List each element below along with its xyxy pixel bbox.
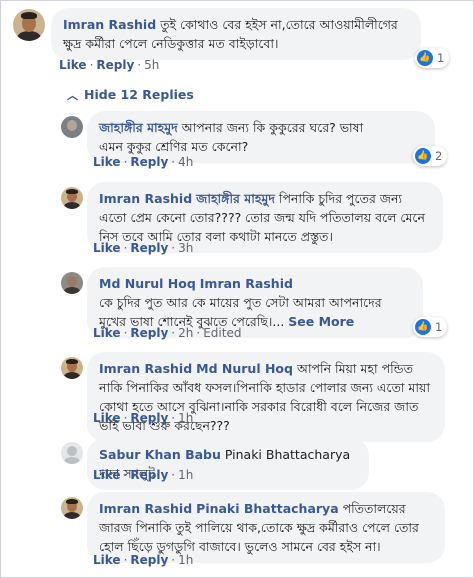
comment-bubble: Imran Rashid তুই কোথাও বের হইস না,তোরে আ… (51, 8, 421, 60)
avatar[interactable] (61, 187, 83, 209)
avatar[interactable] (61, 272, 83, 294)
comment-actions: Like · Reply · 2h · Edited (93, 326, 242, 340)
timestamp[interactable]: 4h (178, 155, 193, 169)
edited-label[interactable]: Edited (203, 326, 241, 340)
like-button[interactable]: Like (93, 241, 121, 255)
like-button[interactable]: Like (93, 411, 121, 425)
reply-button[interactable]: Reply (130, 155, 168, 169)
thumbs-up-icon: 👍 (415, 319, 431, 335)
comment-author[interactable]: Imran Rashid (99, 361, 192, 376)
comment-actions: Like · Reply · 1h (93, 553, 194, 567)
comment-author[interactable]: Sabur Khan Babu (99, 447, 221, 462)
reaction-count[interactable]: 👍 1 (415, 48, 450, 68)
like-button[interactable]: Like (93, 326, 121, 340)
comment-author[interactable]: Md Nurul Hoq (99, 276, 196, 291)
comment-author[interactable]: জাহাঙ্গীর মাহমুদ (99, 120, 178, 135)
comment-actions: Like · Reply · 3h (93, 241, 194, 255)
timestamp[interactable]: 1h (178, 468, 193, 482)
reply-button[interactable]: Reply (130, 553, 168, 567)
hide-replies-button[interactable]: ︿ Hide 12 Replies (67, 87, 194, 103)
reply-bubble: Sabur Khan Babu Pinaki Bhattacharya দাদা… (87, 438, 369, 490)
comment-thread: Imran Rashid তুই কোথাও বের হইস না,তোরে আ… (0, 0, 474, 578)
timestamp[interactable]: 2h (178, 326, 193, 340)
comment-actions: Like · Reply · 1h (93, 468, 194, 482)
avatar[interactable] (13, 9, 45, 41)
mention-link[interactable]: Md Nurul Hoq (196, 361, 293, 376)
comment-author[interactable]: Imran Rashid (63, 17, 156, 32)
comment-author[interactable]: Imran Rashid (99, 501, 192, 516)
mention-link[interactable]: Pinaki Bhattacharya (196, 501, 338, 516)
avatar[interactable] (61, 116, 83, 138)
see-more-link[interactable]: See More (288, 314, 354, 329)
reply-button[interactable]: Reply (130, 468, 168, 482)
comment-actions: Like · Reply · 5h (59, 58, 160, 72)
like-button[interactable]: Like (59, 58, 87, 72)
reply-button[interactable]: Reply (130, 241, 168, 255)
reply-button[interactable]: Reply (130, 411, 168, 425)
like-button[interactable]: Like (93, 468, 121, 482)
timestamp[interactable]: 1h (178, 411, 193, 425)
thumbs-up-icon: 👍 (415, 148, 431, 164)
reply-bubble: Imran Rashid Md Nurul Hoq আপনি মিয়া মহা… (87, 352, 445, 442)
like-button[interactable]: Like (93, 553, 121, 567)
avatar[interactable] (61, 497, 83, 519)
avatar[interactable] (61, 442, 83, 464)
mention-link[interactable]: জাহাঙ্গীর মাহমুদ (196, 191, 275, 206)
mention-link[interactable]: Imran Rashid (200, 276, 293, 291)
timestamp[interactable]: 1h (178, 553, 193, 567)
reaction-count[interactable]: 👍 2 (413, 146, 448, 166)
timestamp[interactable]: 5h (144, 58, 159, 72)
comment-author[interactable]: Imran Rashid (99, 191, 192, 206)
reply-button[interactable]: Reply (96, 58, 134, 72)
avatar[interactable] (61, 357, 83, 379)
thumbs-up-icon: 👍 (417, 50, 433, 66)
like-button[interactable]: Like (93, 155, 121, 169)
chevron-up-icon: ︿ (67, 89, 78, 102)
comment-actions: Like · Reply · 4h (93, 155, 194, 169)
comment-actions: Like · Reply · 1h (93, 411, 194, 425)
reaction-count[interactable]: 👍 1 (413, 317, 448, 337)
reply-button[interactable]: Reply (130, 326, 168, 340)
timestamp[interactable]: 3h (178, 241, 193, 255)
